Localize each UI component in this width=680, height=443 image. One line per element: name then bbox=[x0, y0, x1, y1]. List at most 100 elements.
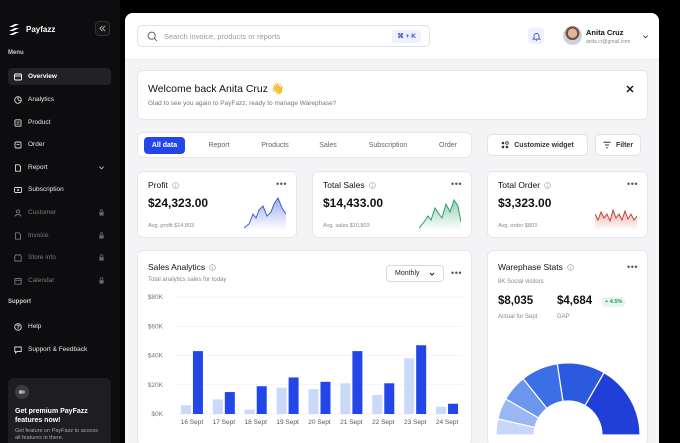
bar[interactable] bbox=[448, 403, 459, 414]
search-bar[interactable]: ⌘ + K bbox=[137, 25, 430, 47]
bar[interactable] bbox=[384, 383, 395, 414]
bar[interactable] bbox=[436, 406, 447, 414]
search-input[interactable] bbox=[164, 31, 374, 41]
bar[interactable] bbox=[320, 381, 331, 414]
profit-title: Profit bbox=[148, 180, 168, 190]
sidebar-item-label: Customer bbox=[28, 209, 57, 216]
sidebar-item-invoice[interactable]: Invoice bbox=[8, 227, 111, 244]
widget-icon bbox=[501, 141, 509, 149]
more-options-icon[interactable]: ••• bbox=[627, 180, 638, 189]
x-tick-label: 24 Sept bbox=[436, 419, 459, 426]
sales-analytics-header: Sales Analytics bbox=[148, 262, 216, 272]
sidebar-item-subscription[interactable]: Subscription bbox=[8, 181, 111, 198]
info-icon[interactable] bbox=[209, 263, 216, 271]
bar[interactable] bbox=[256, 386, 267, 414]
sidebar-item-report[interactable]: Report bbox=[8, 159, 111, 176]
info-icon[interactable] bbox=[567, 263, 574, 271]
lock-icon bbox=[99, 232, 104, 239]
more-options-icon[interactable]: ••• bbox=[627, 263, 638, 272]
bar[interactable] bbox=[192, 351, 203, 414]
bar[interactable] bbox=[372, 394, 383, 414]
lock-icon bbox=[99, 277, 104, 284]
data-tabs: All data Report Products Sales Subscript… bbox=[137, 132, 472, 158]
sidebar-item-store-info[interactable]: Store info bbox=[8, 249, 111, 266]
chevron-down-icon bbox=[429, 272, 435, 276]
brand[interactable]: Payfazz bbox=[8, 21, 55, 37]
tab-subscription[interactable]: Subscription bbox=[358, 137, 418, 154]
total-order-value: $3,323.00 bbox=[498, 196, 552, 210]
sidebar-item-order[interactable]: Order bbox=[8, 136, 111, 153]
sales-analytics-card: Sales Analytics Total analytics sales fo… bbox=[137, 250, 472, 443]
chat-icon bbox=[14, 346, 22, 354]
more-options-icon[interactable]: ••• bbox=[276, 180, 287, 189]
bell-icon bbox=[531, 32, 541, 41]
main-content: ⌘ + K Anita Cruz anita.cr@gmail.com Welc… bbox=[125, 13, 659, 443]
support-section-title: Support bbox=[8, 299, 31, 305]
subscription-icon bbox=[14, 186, 22, 193]
welcome-banner: Welcome back Anita Cruz 👋 Glad to see yo… bbox=[137, 70, 648, 120]
collapse-icon bbox=[99, 25, 106, 32]
info-icon[interactable] bbox=[544, 181, 551, 189]
filter-button[interactable]: Filter bbox=[595, 134, 641, 156]
period-dropdown[interactable]: Monthly bbox=[386, 265, 444, 282]
tab-report[interactable]: Report bbox=[198, 137, 240, 154]
bar[interactable] bbox=[288, 377, 299, 414]
bar[interactable] bbox=[276, 387, 287, 414]
tab-all-data[interactable]: All data bbox=[144, 137, 185, 154]
total-order-title: Total Order bbox=[498, 180, 541, 190]
sidebar-item-label: Subscription bbox=[28, 186, 64, 193]
sidebar-item-label: Help bbox=[28, 323, 42, 330]
x-tick-label: 20 Sept bbox=[308, 419, 331, 426]
premium-promo[interactable]: Get premium PayFazz features now! Get fe… bbox=[8, 378, 111, 443]
order-icon bbox=[14, 141, 22, 148]
lock-icon bbox=[99, 209, 104, 216]
user-menu[interactable]: Anita Cruz anita.cr@gmail.com bbox=[563, 26, 653, 48]
sidebar-item-label: Support & Feedback bbox=[28, 346, 88, 353]
warephase-title: Warephase Stats bbox=[498, 262, 563, 272]
gap-label: GAP bbox=[557, 314, 570, 320]
notification-button[interactable] bbox=[528, 28, 544, 44]
total-sales-sparkline bbox=[419, 198, 461, 230]
more-options-icon[interactable]: ••• bbox=[451, 269, 462, 278]
brand-name: Payfazz bbox=[26, 24, 56, 34]
sidebar-item-analytics[interactable]: Analytics bbox=[8, 91, 111, 108]
bar[interactable] bbox=[404, 358, 415, 414]
overview-icon bbox=[14, 73, 22, 80]
lock-icon bbox=[99, 254, 104, 261]
bar[interactable] bbox=[224, 392, 235, 414]
sidebar-item-product[interactable]: Product bbox=[8, 114, 111, 131]
collapse-sidebar-button[interactable] bbox=[95, 21, 110, 36]
info-icon[interactable] bbox=[172, 181, 179, 189]
bar[interactable] bbox=[416, 345, 427, 414]
sidebar-item-label: Product bbox=[28, 119, 51, 126]
actual-label: Actual for Sept bbox=[498, 314, 538, 320]
sidebar-item-support-feedback[interactable]: Support & Feedback bbox=[8, 341, 111, 358]
bar[interactable] bbox=[352, 351, 363, 414]
bar[interactable] bbox=[244, 409, 255, 414]
profit-card-header: Profit bbox=[148, 180, 179, 190]
y-tick-label: $20K bbox=[148, 382, 164, 389]
close-icon[interactable] bbox=[625, 84, 635, 94]
tab-order[interactable]: Order bbox=[428, 137, 468, 154]
x-tick-label: 16 Sept bbox=[181, 419, 204, 426]
bar[interactable] bbox=[340, 383, 351, 414]
customize-widget-button[interactable]: Customize widget bbox=[487, 134, 588, 156]
search-icon bbox=[147, 31, 158, 41]
warephase-header: Warephase Stats bbox=[498, 262, 574, 272]
calendar-icon bbox=[14, 277, 22, 285]
bar[interactable] bbox=[212, 399, 223, 414]
sidebar-item-help[interactable]: Help bbox=[8, 318, 111, 335]
more-options-icon[interactable]: ••• bbox=[451, 180, 462, 189]
sales-analytics-subtitle: Total analytics sales for today bbox=[148, 277, 227, 283]
sidebar-item-overview[interactable]: Overview bbox=[8, 68, 111, 85]
sidebar-item-calendar[interactable]: Calendar bbox=[8, 272, 111, 289]
bar[interactable] bbox=[180, 405, 191, 414]
bar[interactable] bbox=[308, 389, 319, 414]
sidebar-item-customer[interactable]: Customer bbox=[8, 204, 111, 221]
promo-title: Get premium PayFazz features now! bbox=[15, 408, 88, 424]
profit-sparkline bbox=[244, 196, 286, 230]
product-icon bbox=[14, 118, 22, 127]
tab-sales[interactable]: Sales bbox=[309, 137, 347, 154]
tab-products[interactable]: Products bbox=[251, 137, 299, 154]
info-icon[interactable] bbox=[368, 181, 376, 189]
